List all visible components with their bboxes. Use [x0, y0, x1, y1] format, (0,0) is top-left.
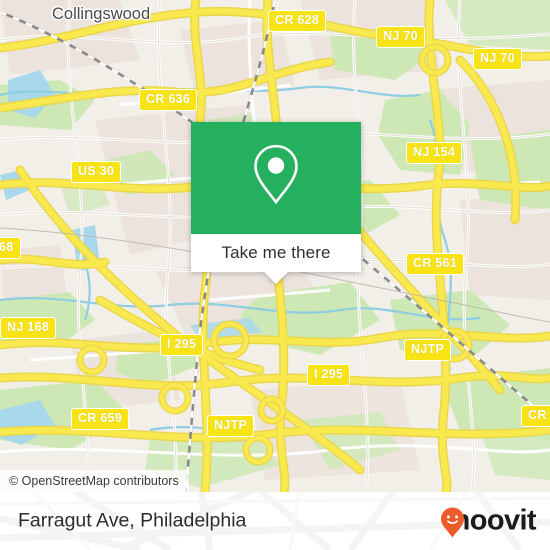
road-shield-cr-636[interactable]: CR 636: [139, 89, 198, 111]
road-shield-njtp-a[interactable]: NJTP: [404, 339, 452, 361]
take-me-there-label: Take me there: [221, 243, 331, 262]
moovit-brand[interactable]: moovit: [440, 506, 537, 538]
road-shield-nj-70-a[interactable]: NJ 70: [376, 26, 425, 48]
road-shield-cr-5-clipped[interactable]: CR 5: [521, 405, 550, 427]
place-label-collingswood: Collingswood: [52, 5, 151, 23]
callout-action-bar[interactable]: Take me there: [191, 234, 361, 272]
take-me-there-callout[interactable]: Take me there: [191, 122, 361, 284]
footer-bar: Farragut Ave, Philadelphia moovit: [0, 492, 550, 550]
callout-icon-panel: [191, 122, 361, 234]
road-shield-nj-168-clipped[interactable]: 68: [0, 237, 21, 259]
road-shield-i-295-b[interactable]: I 295: [307, 364, 351, 386]
road-shield-cr-659[interactable]: CR 659: [71, 408, 130, 430]
callout-pointer: [264, 272, 288, 284]
road-shield-cr-628[interactable]: CR 628: [268, 10, 327, 32]
road-shield-cr-561[interactable]: CR 561: [406, 253, 465, 275]
location-pin-icon: [250, 142, 302, 211]
road-shield-nj-70-b[interactable]: NJ 70: [473, 48, 522, 70]
osm-attribution[interactable]: © OpenStreetMap contributors: [0, 470, 189, 492]
road-shield-nj-154[interactable]: NJ 154: [406, 142, 463, 164]
road-shield-i-295-a[interactable]: I 295: [160, 334, 204, 356]
road-shield-nj-168[interactable]: NJ 168: [0, 317, 57, 339]
road-shield-us-30[interactable]: US 30: [71, 161, 122, 183]
moovit-map-screen: Collingswood CR 628 NJ 70 NJ 70 CR 636 N…: [0, 0, 550, 550]
road-shield-njtp-b[interactable]: NJTP: [207, 415, 255, 437]
location-title: Farragut Ave, Philadelphia: [18, 509, 247, 532]
